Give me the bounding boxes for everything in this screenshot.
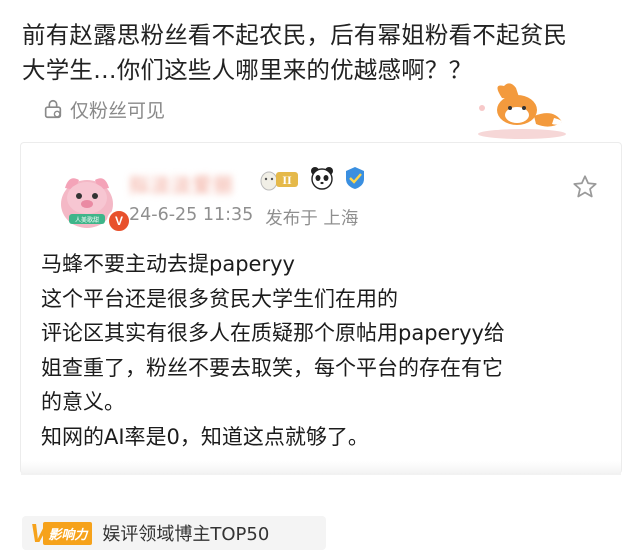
visibility-text: 仅粉丝可见 [70,99,166,122]
comment-line: 的意义。 [41,390,125,414]
comment-line: 这个平台还是很多贫民大学生们在用的 [41,286,398,311]
badge-row: II [259,165,367,191]
fox-sticker [478,83,566,139]
comment-body: 马蜂不要主动去提paperyy 这个平台还是很多贫民大学生们在用的 评论区其实有… [41,247,601,454]
star-icon[interactable] [571,173,599,201]
avatar-caption: 人美歌甜 [75,216,99,224]
username[interactable]: 拟淡淡爱丽 [129,169,234,198]
comment-time: 24-6-25 11:35 [129,205,254,225]
influence-logo: V 影响力 [30,520,93,546]
comment-meta: 24-6-25 11:35 发布于 上海 [129,205,358,230]
panda-icon[interactable] [309,165,335,191]
honor-text: 娱评领域博主TOP50 [102,524,270,545]
comment-line: 姐查重了，粉丝不要去取笑，每个平台的存在有它 [41,355,503,380]
comment-line: 马蜂不要主动去提paperyy [41,252,295,276]
influence-tag: 影响力 [43,521,93,545]
verified-badge: V [107,209,131,233]
comment-line: 知网的AI率是0，知道这点就够了。 [41,424,369,449]
lock-icon [44,99,62,119]
level-icon[interactable]: II [259,165,301,191]
comment-line: 评论区其实有很多人在质疑那个原帖用paperyy给 [41,321,505,345]
visibility-label: 仅粉丝可见 [42,96,165,122]
card-fade [21,461,621,475]
level-text: II [282,173,292,187]
honor-banner[interactable]: V 影响力 娱评领域博主TOP50 [22,516,326,550]
comment-location: 发布于 上海 [265,209,359,229]
badge-icon[interactable] [343,165,367,191]
comment-card: 人美歌甜 V 拟淡淡爱丽 II 24-6-25 11:35 发布于 上海 马蜂不… [20,142,622,475]
